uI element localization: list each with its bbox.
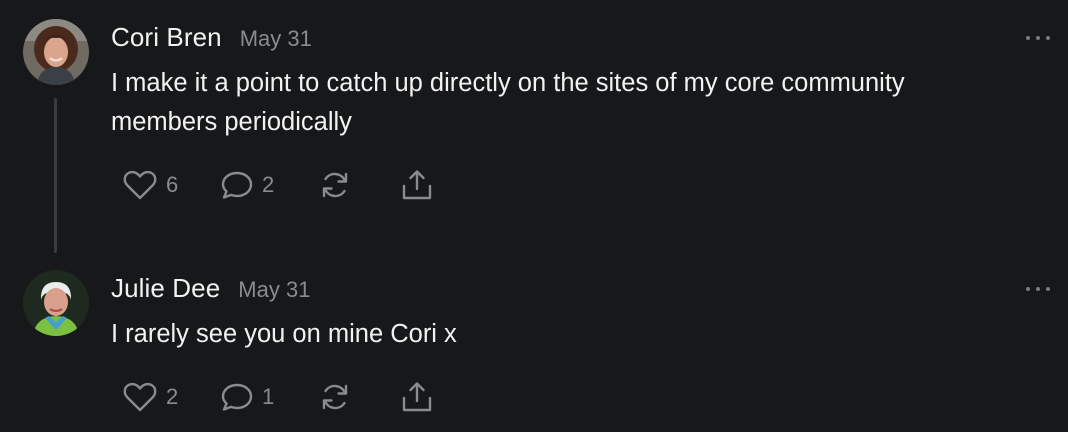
heart-icon xyxy=(122,169,158,201)
more-options-icon[interactable] xyxy=(1026,284,1050,294)
restack-icon xyxy=(318,169,352,201)
avatar[interactable] xyxy=(23,270,89,336)
avatar[interactable] xyxy=(23,19,89,85)
share-icon xyxy=(400,381,434,413)
share-button[interactable] xyxy=(400,169,434,201)
reply-button[interactable]: 1 xyxy=(220,381,318,413)
share-button[interactable] xyxy=(400,381,434,413)
like-button[interactable]: 6 xyxy=(122,169,220,201)
comment-date[interactable]: May 31 xyxy=(238,277,310,303)
comment: Julie Dee May 31 I rarely see you on min… xyxy=(0,255,1068,432)
comment-text: I make it a point to catch up directly o… xyxy=(111,69,905,136)
restack-icon xyxy=(318,381,352,413)
author-name[interactable]: Julie Dee xyxy=(111,273,220,304)
author-name[interactable]: Cori Bren xyxy=(111,22,222,53)
comment-actions: 6 2 xyxy=(122,168,434,202)
reply-button[interactable]: 2 xyxy=(220,169,318,201)
thread-line xyxy=(54,98,57,253)
share-icon xyxy=(400,169,434,201)
reply-count: 2 xyxy=(262,172,275,197)
reply-count: 1 xyxy=(262,384,275,409)
speech-bubble-icon xyxy=(220,169,254,201)
restack-button[interactable] xyxy=(318,381,400,413)
comment-header: Cori Bren May 31 xyxy=(111,22,312,56)
comment-actions: 2 1 xyxy=(122,380,434,414)
more-options-icon[interactable] xyxy=(1026,33,1050,43)
comment-date[interactable]: May 31 xyxy=(240,26,312,52)
comment: Cori Bren May 31 I make it a point to ca… xyxy=(0,0,1068,255)
like-count: 2 xyxy=(166,384,179,409)
like-button[interactable]: 2 xyxy=(122,381,220,413)
heart-icon xyxy=(122,381,158,413)
like-count: 6 xyxy=(166,172,179,197)
comment-text: I rarely see you on mine Cori x xyxy=(111,320,457,348)
restack-button[interactable] xyxy=(318,169,400,201)
comment-header: Julie Dee May 31 xyxy=(111,273,310,307)
speech-bubble-icon xyxy=(220,381,254,413)
